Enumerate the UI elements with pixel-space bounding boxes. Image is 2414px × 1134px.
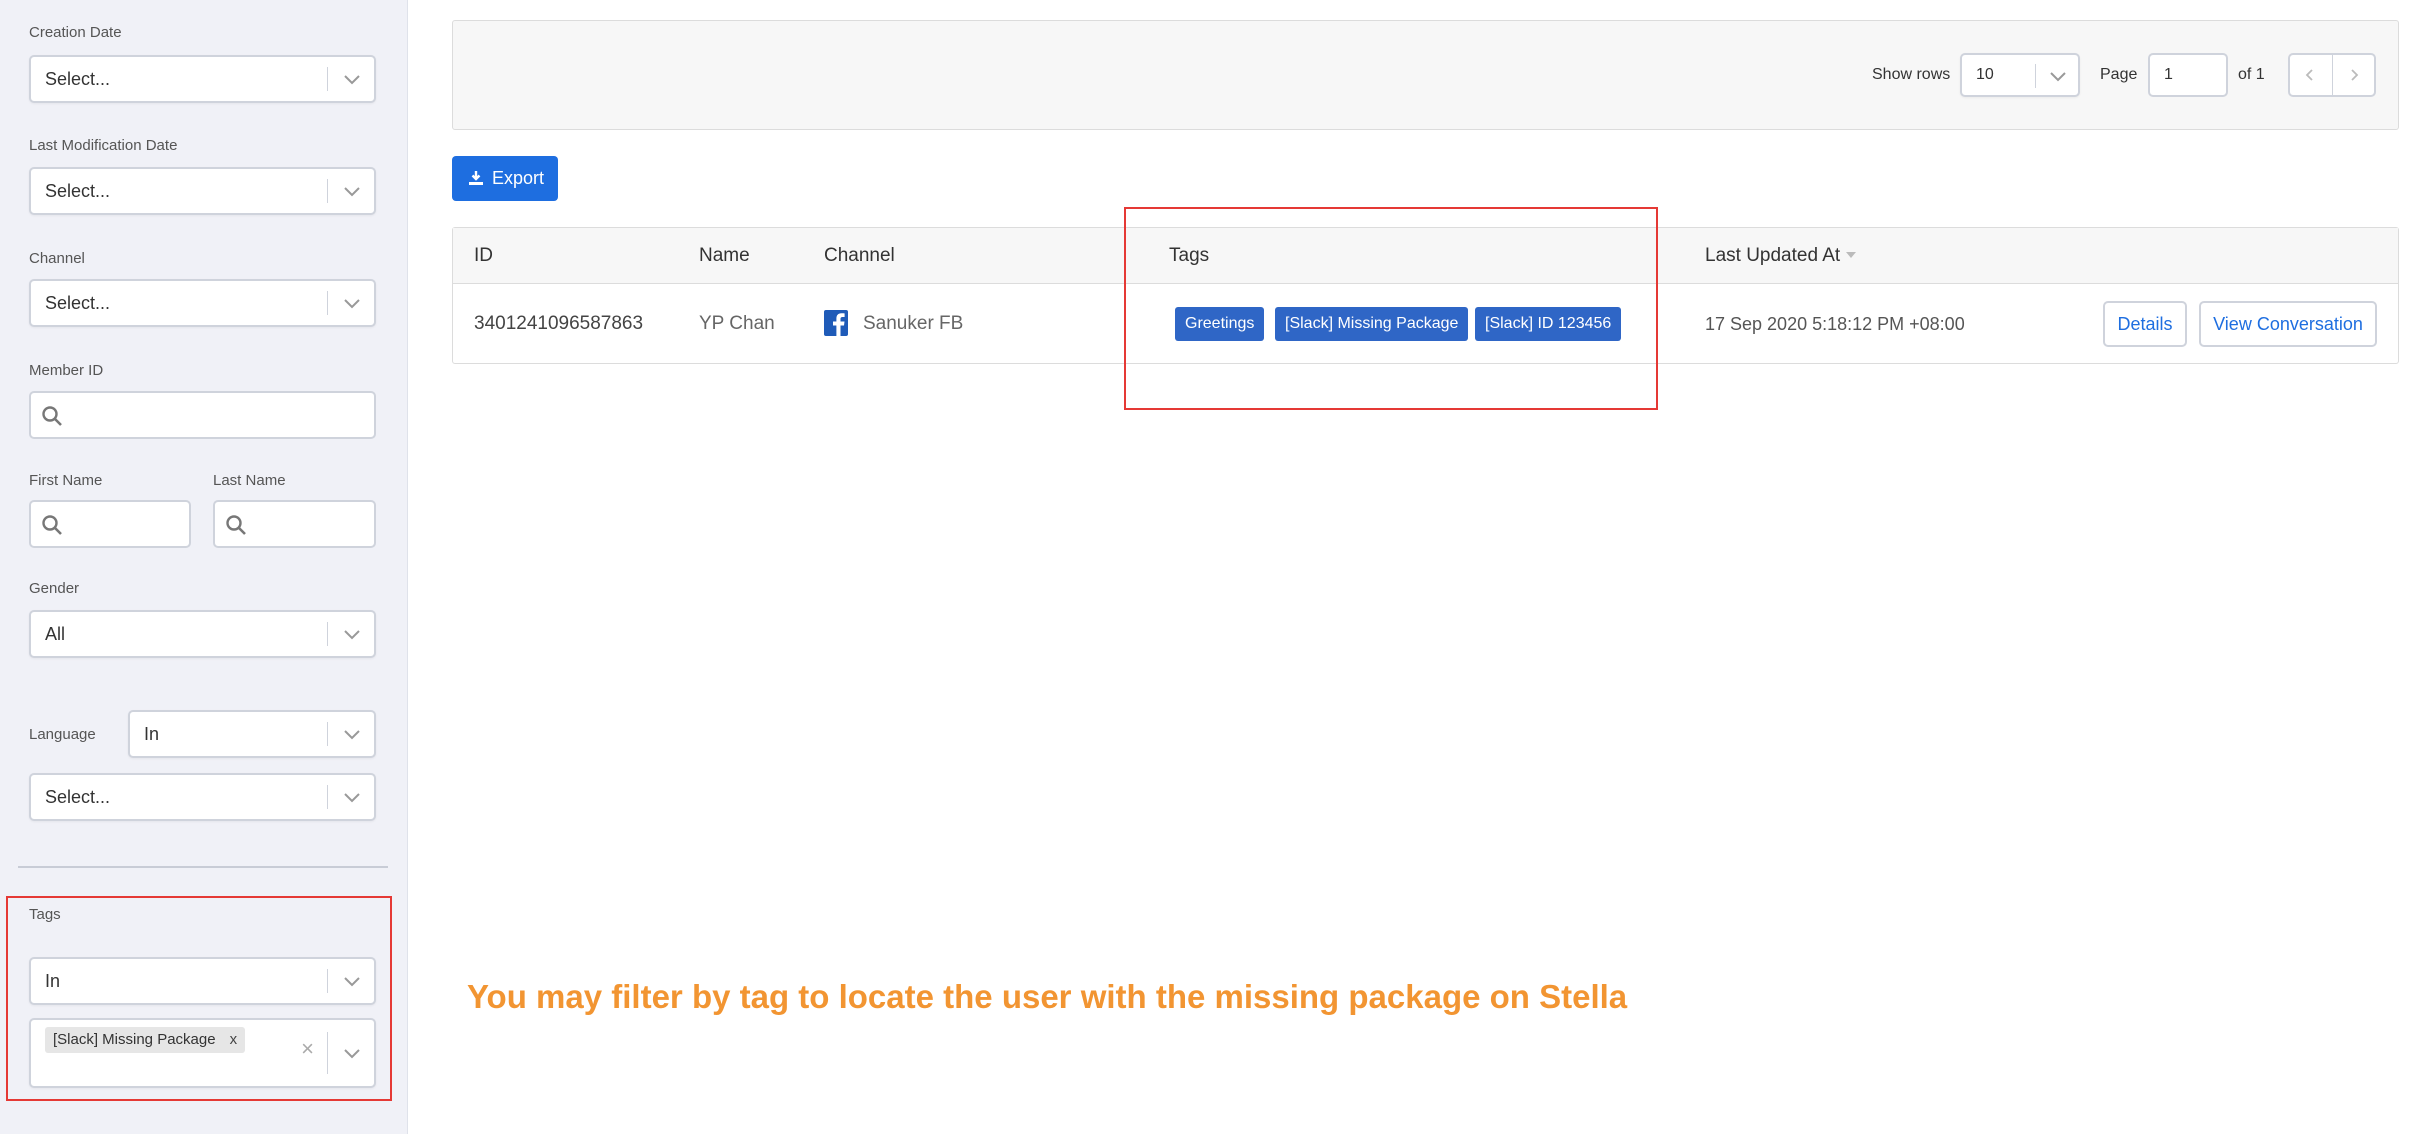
chevron-down-icon: [344, 630, 360, 640]
select-separator: [2035, 64, 2036, 88]
channel-value: Select...: [45, 293, 111, 313]
chevron-down-icon: [344, 1049, 360, 1059]
selected-tag-label: [Slack] Missing Package: [53, 1031, 216, 1048]
select-separator: [327, 291, 328, 315]
last-modification-date-select[interactable]: Select...: [29, 167, 376, 215]
creation-date-label: Creation Date: [29, 24, 122, 41]
select-separator: [327, 722, 328, 746]
show-rows-label: Show rows: [1872, 66, 1951, 83]
sort-down-icon: [1846, 252, 1857, 258]
creation-date-value: Select...: [45, 69, 111, 89]
language-operator-select[interactable]: In: [128, 710, 376, 758]
chevron-down-icon: [344, 793, 360, 803]
gender-value: All: [45, 624, 66, 644]
download-icon: [469, 171, 483, 185]
chevron-down-icon: [344, 299, 360, 309]
button-divider: [2332, 55, 2333, 95]
member-id-input[interactable]: [29, 391, 376, 439]
row-channel: Sanuker FB: [863, 313, 964, 334]
page-total-label: of 1: [2238, 66, 2265, 83]
channel-label: Channel: [29, 250, 85, 267]
facebook-icon: [824, 310, 848, 336]
first-name-label: First Name: [29, 472, 103, 489]
filter-sidebar: Creation Date Select... Last Modificatio…: [0, 0, 408, 1134]
column-header-last-updated[interactable]: Last Updated At: [1705, 228, 1857, 283]
row-name: YP Chan: [699, 313, 775, 334]
tags-label: Tags: [29, 906, 61, 923]
select-separator: [327, 622, 328, 646]
language-label: Language: [29, 726, 96, 743]
selected-tag-chip: [Slack] Missing Package x: [45, 1027, 246, 1053]
channel-select[interactable]: Select...: [29, 279, 376, 327]
last-modification-date-value: Select...: [45, 181, 111, 201]
chevron-down-icon: [344, 977, 360, 987]
rows-per-page-value: 10: [1976, 66, 1994, 83]
select-separator: [327, 785, 328, 809]
chevron-left-icon[interactable]: [2302, 67, 2318, 83]
select-separator: [327, 179, 328, 203]
tags-multiselect[interactable]: [Slack] Missing Package x ×: [29, 1018, 376, 1088]
pagination-buttons: [2288, 53, 2376, 97]
tutorial-annotation: You may filter by tag to locate the user…: [467, 978, 1628, 1015]
rows-per-page-select[interactable]: 10: [1960, 53, 2080, 97]
page-label: Page: [2100, 66, 2138, 83]
row-last-updated: 17 Sep 2020 5:18:12 PM +08:00: [1705, 314, 1965, 334]
chevron-down-icon: [2050, 72, 2066, 82]
gender-label: Gender: [29, 580, 80, 597]
select-separator: [327, 67, 328, 91]
member-id-label: Member ID: [29, 362, 104, 379]
chevron-down-icon: [344, 75, 360, 85]
clear-icon[interactable]: ×: [301, 1038, 314, 1060]
sidebar-divider: [18, 866, 388, 868]
chevron-right-icon[interactable]: [2346, 67, 2362, 83]
export-button[interactable]: Export: [452, 156, 558, 201]
column-header-channel[interactable]: Channel: [824, 228, 895, 283]
last-name-input[interactable]: [213, 500, 376, 548]
select-separator: [327, 969, 328, 993]
pagination-bar: Show rows 10 Page 1 of 1: [452, 20, 2399, 130]
first-name-input[interactable]: [29, 500, 191, 548]
gender-select[interactable]: All: [29, 610, 376, 658]
select-separator: [327, 1032, 328, 1074]
chevron-down-icon: [344, 730, 360, 740]
tags-operator-value: In: [45, 971, 61, 991]
language-select[interactable]: Select...: [29, 773, 376, 821]
remove-tag-icon[interactable]: x: [230, 1031, 238, 1048]
chevron-down-icon: [344, 187, 360, 197]
column-header-name[interactable]: Name: [699, 228, 750, 283]
language-operator-value: In: [144, 724, 160, 744]
creation-date-select[interactable]: Select...: [29, 55, 376, 103]
column-header-id[interactable]: ID: [474, 228, 493, 283]
export-label: Export: [492, 168, 545, 188]
last-name-label: Last Name: [213, 472, 286, 489]
last-updated-header-label: Last Updated At: [1705, 245, 1841, 266]
last-modification-date-label: Last Modification Date: [29, 137, 178, 154]
row-id: 3401241096587863: [474, 313, 644, 334]
language-value: Select...: [45, 787, 111, 807]
tags-operator-select[interactable]: In: [29, 957, 376, 1005]
page-number-value: 1: [2164, 66, 2173, 83]
search-icon: [42, 406, 62, 426]
page-number-input[interactable]: 1: [2148, 53, 2228, 97]
search-icon: [226, 515, 246, 535]
details-button[interactable]: Details: [2103, 301, 2187, 347]
view-conversation-button[interactable]: View Conversation: [2199, 301, 2377, 347]
search-icon: [42, 515, 62, 535]
tags-column-highlight: [1124, 207, 1658, 410]
